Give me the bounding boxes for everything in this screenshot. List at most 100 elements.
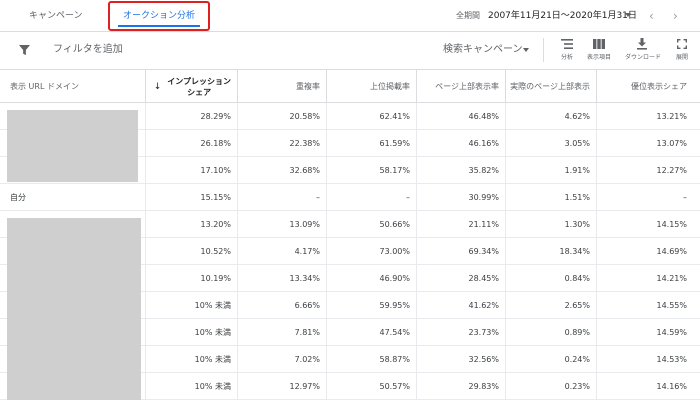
- cell-impression-share: 10.19%: [146, 265, 238, 292]
- sort-down-arrow-icon: ↓: [153, 81, 162, 92]
- cell-overlap-rate: 7.81%: [238, 319, 327, 346]
- date-range-selector[interactable]: 2007年11月21日～2020年1月31日: [488, 0, 637, 32]
- chevron-down-icon[interactable]: [523, 48, 529, 52]
- header-top-of-page-rate[interactable]: ページ上部表示率: [417, 70, 506, 103]
- toolbar-divider: [543, 38, 544, 62]
- cell-overlap-rate: 13.34%: [238, 265, 327, 292]
- cell-outranking-share: 14.53%: [656, 355, 687, 364]
- redacted-domain-block: [7, 110, 138, 182]
- cell-outranking-share: 13.07%: [656, 139, 687, 148]
- cell-position-above-rate: 62.41%: [327, 103, 417, 130]
- cell-outranking-share: 12.27%: [656, 166, 687, 175]
- header-impression-share[interactable]: ↓ インプレッション シェア: [146, 70, 238, 103]
- chevron-left-icon[interactable]: ‹: [649, 0, 654, 32]
- cell-impression-share: 28.29%: [146, 103, 238, 130]
- expand-button[interactable]: 展開: [665, 36, 699, 61]
- cell-abs-top-rate: 0.23%: [506, 373, 597, 400]
- cell-top-of-page-rate: 30.99%: [417, 184, 506, 211]
- cell-overlap-rate: –: [238, 184, 327, 211]
- add-filter-button[interactable]: フィルタを追加: [53, 32, 123, 68]
- campaign-scope-select[interactable]: 検索キャンペーン: [443, 32, 523, 68]
- cell-overlap-rate: 4.17%: [238, 238, 327, 265]
- header-impression-share-line2: シェア: [187, 87, 212, 97]
- cell-position-above-rate: –: [327, 184, 417, 211]
- expand-label: 展開: [675, 54, 688, 61]
- cell-top-of-page-rate: 69.34%: [417, 238, 506, 265]
- cell-overlap-rate: 32.68%: [238, 157, 327, 184]
- tab-auction-label: オークション分析: [122, 11, 195, 21]
- cell-abs-top-rate: 2.65%: [506, 292, 597, 319]
- cell-abs-top-rate: 1.51%: [506, 184, 597, 211]
- cell-impression-share: 26.18%: [146, 130, 238, 157]
- tab-auction-insights[interactable]: オークション分析: [108, 1, 210, 31]
- filter-icon[interactable]: [19, 45, 30, 56]
- cell-outranking-share: –: [683, 193, 687, 202]
- chevron-down-icon[interactable]: [625, 13, 631, 17]
- cell-abs-top-rate: 3.05%: [506, 130, 597, 157]
- header-impression-share-line1: インプレッション: [167, 76, 231, 86]
- header-abs-top-rate[interactable]: 実際のページ上部表示: [506, 70, 597, 103]
- cell-top-of-page-rate: 32.56%: [417, 346, 506, 373]
- cell-top-of-page-rate: 28.45%: [417, 265, 506, 292]
- table-row: 自分 15.15% – –30.99% 1.51% –: [0, 184, 700, 211]
- cell-top-of-page-rate: 23.73%: [417, 319, 506, 346]
- cell-impression-share: 13.20%: [146, 211, 238, 238]
- cell-overlap-rate: 12.97%: [238, 373, 327, 400]
- cell-top-of-page-rate: 46.48%: [417, 103, 506, 130]
- download-button[interactable]: ダウンロード: [625, 36, 662, 61]
- cell-top-of-page-rate: 29.83%: [417, 373, 506, 400]
- cell-impression-share: 17.10%: [146, 157, 238, 184]
- cell-position-above-rate: 50.57%: [327, 373, 417, 400]
- cell-position-above-rate: 59.95%: [327, 292, 417, 319]
- table-header: 表示 URL ドメイン ↓ インプレッション シェア 重複率 上位掲載率 ページ…: [0, 70, 700, 103]
- cell-impression-share: 10% 未満: [146, 346, 238, 373]
- table-toolbar: フィルタを追加 検索キャンペーン 分析 表示項目 ダウンロード 展開: [0, 32, 700, 70]
- fullscreen-icon: [677, 39, 687, 49]
- segment-button[interactable]: 分析: [550, 36, 584, 61]
- cell-position-above-rate: 61.59%: [327, 130, 417, 157]
- header-outranking-share[interactable]: 優位表示シェア: [597, 70, 693, 103]
- header-position-above-rate[interactable]: 上位掲載率: [327, 70, 417, 103]
- cell-abs-top-rate: 0.89%: [506, 319, 597, 346]
- redacted-domain-block: [7, 218, 141, 400]
- cell-impression-share: 15.15%: [146, 184, 238, 211]
- cell-overlap-rate: 20.58%: [238, 103, 327, 130]
- cell-impression-share: 10% 未満: [146, 292, 238, 319]
- cell-abs-top-rate: 0.24%: [506, 346, 597, 373]
- cell-top-of-page-rate: 41.62%: [417, 292, 506, 319]
- cell-impression-share: 10.52%: [146, 238, 238, 265]
- cell-impression-share: 10% 未満: [146, 373, 238, 400]
- cell-position-above-rate: 46.90%: [327, 265, 417, 292]
- segment-icon: [561, 39, 573, 49]
- cell-outranking-share: 14.69%: [656, 247, 687, 256]
- tab-campaign[interactable]: キャンペーン: [29, 0, 83, 32]
- cell-abs-top-rate: 1.91%: [506, 157, 597, 184]
- header-overlap-rate[interactable]: 重複率: [238, 70, 327, 103]
- cell-outranking-share: 14.21%: [656, 274, 687, 283]
- segment-label: 分析: [560, 54, 573, 61]
- download-icon: [637, 38, 647, 50]
- cell-outranking-share: 14.59%: [656, 328, 687, 337]
- active-tab-indicator: [118, 25, 200, 27]
- cell-top-of-page-rate: 46.16%: [417, 130, 506, 157]
- cell-top-of-page-rate: 35.82%: [417, 157, 506, 184]
- top-bar: キャンペーン オークション分析 全期間 2007年11月21日～2020年1月3…: [0, 0, 700, 32]
- cell-abs-top-rate: 1.30%: [506, 211, 597, 238]
- columns-button[interactable]: 表示項目: [582, 36, 616, 61]
- cell-position-above-rate: 50.66%: [327, 211, 417, 238]
- cell-position-above-rate: 58.87%: [327, 346, 417, 373]
- cell-overlap-rate: 6.66%: [238, 292, 327, 319]
- cell-overlap-rate: 13.09%: [238, 211, 327, 238]
- chevron-right-icon[interactable]: ›: [673, 0, 678, 32]
- download-label: ダウンロード: [625, 54, 662, 61]
- cell-overlap-rate: 7.02%: [238, 346, 327, 373]
- cell-domain: 自分: [0, 184, 146, 211]
- header-domain[interactable]: 表示 URL ドメイン: [0, 70, 146, 103]
- cell-outranking-share: 13.21%: [656, 112, 687, 121]
- cell-impression-share: 10% 未満: [146, 319, 238, 346]
- cell-position-above-rate: 73.00%: [327, 238, 417, 265]
- cell-outranking-share: 14.16%: [656, 382, 687, 391]
- cell-abs-top-rate: 18.34%: [506, 238, 597, 265]
- cell-position-above-rate: 47.54%: [327, 319, 417, 346]
- cell-position-above-rate: 58.17%: [327, 157, 417, 184]
